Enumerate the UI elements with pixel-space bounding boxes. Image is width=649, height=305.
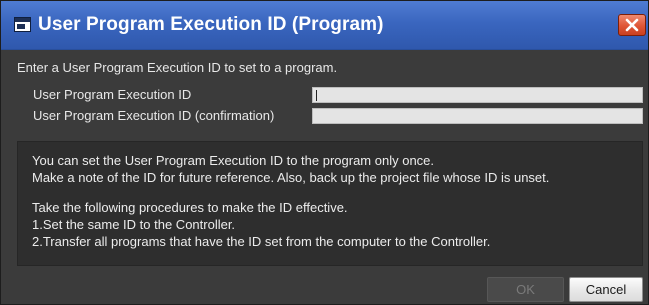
info-line: 1.Set the same ID to the Controller. — [32, 217, 236, 232]
title-bar[interactable]: User Program Execution ID (Program) — [1, 1, 648, 50]
id-confirmation-label: User Program Execution ID (confirmation) — [33, 108, 275, 123]
info-panel: You can set the User Program Execution I… — [17, 141, 643, 266]
text-caret — [316, 90, 317, 101]
info-line: You can set the User Program Execution I… — [32, 153, 435, 168]
id-confirmation-input[interactable] — [313, 111, 642, 125]
id-confirmation-field[interactable] — [312, 108, 643, 125]
info-line: Take the following procedures to make th… — [32, 200, 348, 215]
id-input[interactable] — [313, 90, 642, 104]
close-button[interactable] — [618, 14, 646, 36]
dialog-content: Enter a User Program Execution ID to set… — [1, 50, 648, 304]
info-line: 2.Transfer all programs that have the ID… — [32, 234, 491, 249]
info-line: Make a note of the ID for future referen… — [32, 170, 550, 185]
cancel-button[interactable]: Cancel — [569, 277, 643, 302]
ok-button[interactable]: OK — [487, 277, 564, 302]
instruction-text: Enter a User Program Execution ID to set… — [17, 60, 338, 75]
dialog-title: User Program Execution ID (Program) — [38, 14, 384, 35]
user-program-execution-id-dialog: User Program Execution ID (Program) Ente… — [0, 0, 649, 305]
id-field[interactable] — [312, 87, 643, 104]
id-label: User Program Execution ID — [33, 87, 192, 102]
dialog-window-icon — [14, 17, 31, 32]
close-x-icon — [625, 18, 639, 32]
